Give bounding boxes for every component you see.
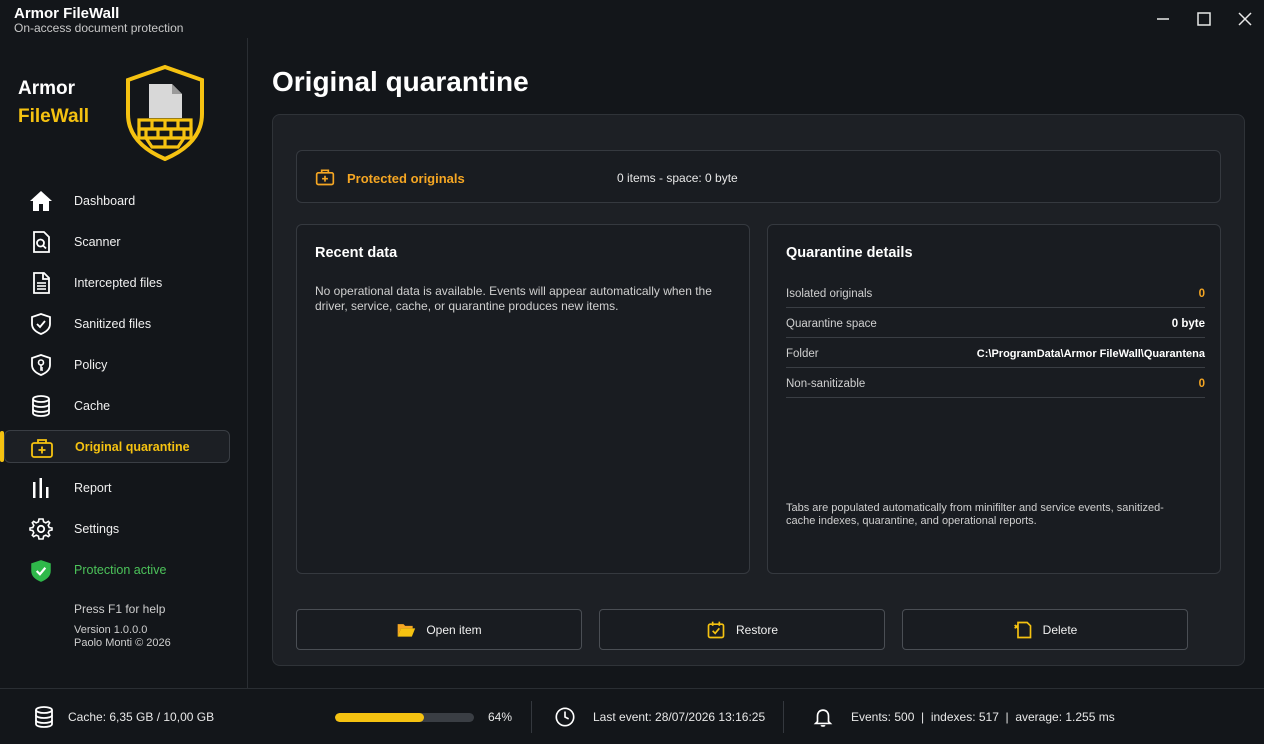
sidebar-item-label: Sanitized files: [74, 316, 152, 331]
shield-check-icon: [31, 560, 51, 582]
protection-status: Protection active: [28, 558, 166, 584]
sidebar-item-sanitized-files[interactable]: Sanitized files: [4, 307, 230, 340]
document-search-icon: [28, 229, 54, 255]
page-title: Original quarantine: [272, 66, 529, 97]
sidebar-item-intercepted-files[interactable]: Intercepted files: [4, 266, 230, 299]
sidebar-item-label: Cache: [74, 398, 111, 413]
sidebar-item-dashboard[interactable]: Dashboard: [4, 184, 230, 217]
sidebar-item-label: Report: [74, 480, 112, 495]
detail-label: Isolated originals: [786, 288, 873, 300]
cache-usage-label: Cache: 6,35 GB / 10,00 GB: [68, 710, 215, 724]
detail-row-non-sanitizable: Non-sanitizable 0: [786, 368, 1205, 398]
sidebar-item-original-quarantine[interactable]: Original quarantine: [0, 430, 230, 463]
sidebar-item-label: Policy: [74, 357, 108, 372]
maximize-button[interactable]: [1189, 6, 1219, 32]
sidebar-item-label: Intercepted files: [74, 275, 163, 290]
gear-icon: [28, 516, 54, 542]
card-title: Recent data: [315, 245, 398, 261]
database-icon: [28, 393, 54, 419]
events-status: Events: 500 | indexes: 517 | average: 1.…: [812, 689, 1115, 744]
cache-status: Cache: 6,35 GB / 10,00 GB: [32, 689, 214, 744]
medical-case-icon: [29, 435, 55, 461]
open-item-button[interactable]: Open item: [296, 609, 582, 650]
detail-label: Quarantine space: [786, 318, 877, 330]
sidebar-item-settings[interactable]: Settings: [4, 512, 230, 545]
close-button[interactable]: [1230, 6, 1260, 32]
quarantine-details-card: Quarantine details Isolated originals 0 …: [767, 224, 1221, 574]
protection-status-label: Protection active: [74, 563, 167, 577]
version-label: Version 1.0.0.0: [74, 624, 148, 636]
detail-row-quarantine-space: Quarantine space 0 byte: [786, 308, 1205, 338]
cache-percent: 64%: [488, 710, 513, 724]
empty-state-message: No operational data is available. Events…: [315, 284, 712, 313]
detail-label: Non-sanitizable: [786, 378, 866, 390]
sidebar-item-label: Scanner: [74, 234, 121, 249]
window-subtitle: On-access document protection: [14, 21, 184, 35]
bar-chart-icon: [28, 475, 54, 501]
last-event-status: Last event: 28/07/2026 13:16:25: [554, 689, 765, 744]
summary-stats: 0 items - space: 0 byte: [617, 171, 738, 185]
summary-label: Protected originals: [347, 171, 465, 186]
sidebar-item-label: Dashboard: [74, 193, 136, 208]
status-divider: [783, 701, 784, 733]
delete-button[interactable]: Delete: [902, 609, 1188, 650]
sidebar-item-label: Settings: [74, 521, 120, 536]
window-title: Armor FileWall: [14, 5, 120, 22]
clock-icon: [555, 707, 575, 727]
close-icon: [1238, 12, 1252, 26]
sidebar-item-report[interactable]: Report: [4, 471, 230, 504]
button-label: Delete: [1042, 622, 1078, 637]
brand-name: Armor: [18, 78, 76, 99]
sidebar-item-policy[interactable]: Policy: [4, 348, 230, 381]
cache-progress-fill: [335, 713, 424, 722]
medical-case-icon: [315, 167, 335, 192]
bell-icon: [813, 709, 833, 727]
detail-value: 0 byte: [1171, 318, 1205, 330]
title-bar: Armor FileWall On-access document protec…: [0, 0, 1264, 38]
sidebar-item-cache[interactable]: Cache: [4, 389, 230, 422]
database-icon: [35, 706, 53, 728]
help-hint: Press F1 for help: [74, 602, 166, 616]
sidebar-item-label: Original quarantine: [75, 439, 190, 454]
minimize-button[interactable]: [1148, 6, 1178, 32]
detail-row-isolated-originals: Isolated originals 0: [786, 278, 1205, 308]
sidebar: Armor FileWall Dashboard Scanner Interce…: [0, 38, 248, 688]
card-title: Quarantine details: [786, 245, 913, 261]
protected-originals-summary: Protected originals 0 items - space: 0 b…: [296, 150, 1221, 203]
maximize-icon: [1197, 12, 1211, 26]
copyright-label: Paolo Monti © 2026: [74, 637, 171, 649]
detail-value: 0: [1198, 378, 1205, 390]
home-icon: [28, 188, 54, 214]
calendar-check-icon: [706, 620, 726, 640]
detail-label: Folder: [786, 348, 819, 360]
detail-value: 0: [1198, 288, 1205, 300]
document-lines-icon: [28, 270, 54, 296]
recent-data-card: Recent data No operational data is avail…: [296, 224, 750, 574]
minimize-icon: [1157, 18, 1169, 20]
brand-name-accent: FileWall: [18, 106, 90, 127]
shield-firewall-logo: [124, 64, 206, 167]
document-delete-icon: [1013, 620, 1033, 640]
status-bar: Cache: 6,35 GB / 10,00 GB 64% Last event…: [0, 688, 1264, 744]
shield-key-icon: [28, 352, 54, 378]
cache-progress-bar: [335, 713, 474, 722]
shield-check-icon: [28, 311, 54, 337]
restore-button[interactable]: Restore: [599, 609, 885, 650]
sidebar-item-scanner[interactable]: Scanner: [4, 225, 230, 258]
detail-row-folder: Folder C:\ProgramData\Armor FileWall\Qua…: [786, 338, 1205, 368]
folder-open-icon: [396, 620, 416, 640]
details-note: Tabs are populated automatically from mi…: [786, 502, 1164, 527]
button-label: Restore: [735, 622, 779, 637]
last-event-label: Last event: 28/07/2026 13:16:25: [593, 710, 766, 724]
events-label: Events: 500 | indexes: 517 | average: 1.…: [851, 710, 1115, 724]
detail-value: C:\ProgramData\Armor FileWall\Quarantena: [976, 348, 1205, 360]
button-label: Open item: [426, 622, 482, 637]
status-divider: [531, 701, 532, 733]
